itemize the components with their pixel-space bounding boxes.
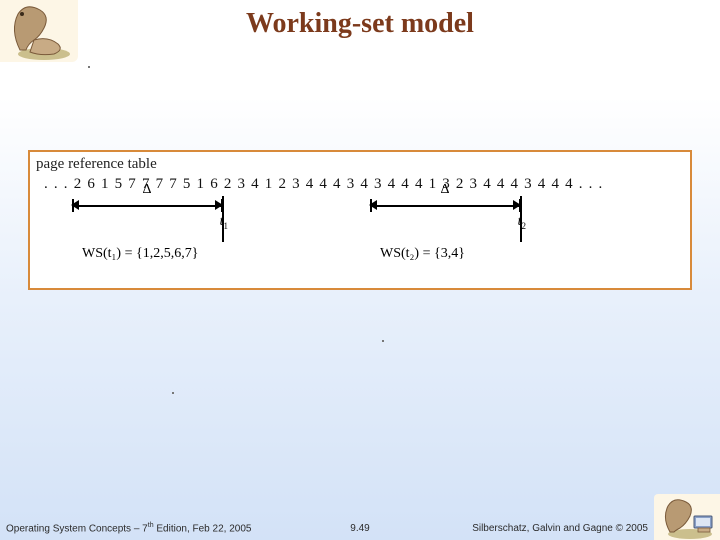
- footer-left: Operating System Concepts – 7th Edition,…: [6, 522, 251, 534]
- t2-label: t2: [518, 214, 526, 231]
- slide-logo-bottom: [654, 494, 720, 540]
- stray-dot: [88, 66, 90, 68]
- t1-label: t1: [220, 214, 228, 231]
- window-2: Δ t2: [370, 196, 520, 214]
- page-reference-label: page reference table: [36, 156, 157, 173]
- slide-footer: Operating System Concepts – 7th Edition,…: [0, 514, 720, 540]
- delta-symbol: Δ: [440, 182, 449, 198]
- working-set-2: WS(t₂) = {3,4}: [380, 246, 465, 262]
- window-1: Δ t1: [72, 196, 222, 214]
- footer-page-number: 9.49: [350, 523, 369, 534]
- diagram-container: page reference table . . . 2 6 1 5 7 7 7…: [28, 150, 692, 290]
- stray-dot: [172, 392, 174, 394]
- delta-symbol: Δ: [142, 182, 151, 198]
- t2-marker-line: [520, 196, 522, 242]
- reference-string: . . . 2 6 1 5 7 7 7 7 5 1 6 2 3 4 1 2 3 …: [44, 176, 604, 193]
- footer-right: Silberschatz, Galvin and Gagne © 2005: [472, 523, 648, 534]
- t1-marker-line: [222, 196, 224, 242]
- stray-dot: [382, 340, 384, 342]
- slide-title: Working-set model: [0, 8, 720, 40]
- working-set-1: WS(t₁) = {1,2,5,6,7}: [82, 246, 198, 262]
